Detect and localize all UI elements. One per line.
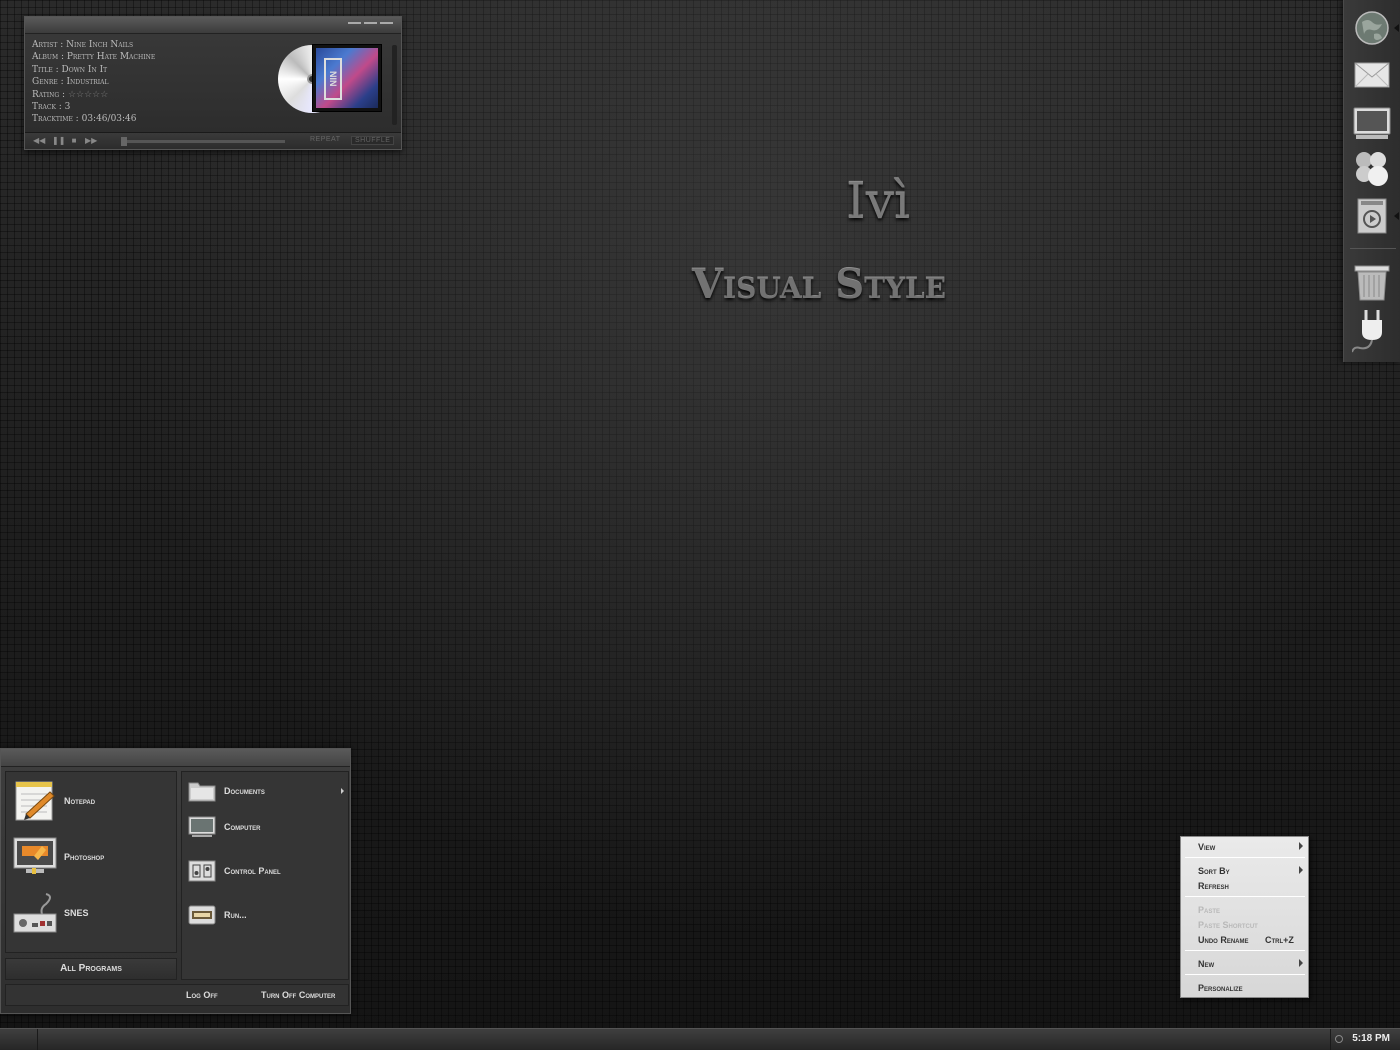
media-player-widget: Artist : Nine Inch Nails Album : Pretty … bbox=[24, 16, 402, 150]
program-snes[interactable]: SNES bbox=[12, 890, 89, 936]
place-run[interactable]: Run... bbox=[188, 904, 346, 926]
restore-icon[interactable] bbox=[364, 22, 377, 24]
place-label: Documents bbox=[224, 786, 265, 796]
genre-text: Genre : Industrial bbox=[32, 77, 109, 88]
volume-slider[interactable] bbox=[392, 45, 397, 125]
place-documents[interactable]: Documents bbox=[188, 780, 346, 802]
globe-icon[interactable] bbox=[1352, 8, 1392, 48]
menu-item-refresh[interactable]: Refresh bbox=[1198, 881, 1229, 891]
seek-bar[interactable] bbox=[121, 137, 285, 146]
taskbar: 5:18 PM bbox=[0, 1028, 1400, 1050]
menu-item-paste: Paste bbox=[1198, 905, 1221, 915]
repeat-button[interactable]: REPEAT bbox=[310, 136, 341, 143]
rating-row: Rating : ☆☆☆☆☆ bbox=[32, 89, 155, 101]
submenu-arrow-icon bbox=[1299, 959, 1303, 967]
menu-separator bbox=[1185, 896, 1305, 897]
photoshop-icon bbox=[12, 834, 58, 880]
menu-separator bbox=[1185, 974, 1305, 975]
place-control-panel[interactable]: Control Panel bbox=[188, 860, 346, 882]
player-window-buttons bbox=[348, 22, 393, 24]
dock-bar bbox=[1343, 0, 1400, 362]
menu-item-new[interactable]: New bbox=[1198, 959, 1214, 969]
cover-logo: NIN bbox=[324, 58, 342, 100]
desktop-context-menu: View Sort By Refresh Paste Paste Shortcu… bbox=[1180, 836, 1309, 998]
monitor-icon[interactable] bbox=[1352, 102, 1392, 142]
player-titlebar[interactable] bbox=[25, 17, 401, 34]
mail-icon[interactable] bbox=[1352, 55, 1392, 95]
pause-icon[interactable]: ❚❚ bbox=[52, 135, 65, 146]
brand-title: Ivì bbox=[846, 172, 910, 230]
place-computer[interactable]: Computer bbox=[188, 816, 346, 838]
artist-text: Artist : Nine Inch Nails bbox=[32, 40, 134, 50]
place-label: Run... bbox=[224, 910, 247, 920]
pinned-programs: Notepad Photoshop SNES bbox=[5, 771, 177, 953]
log-off-button[interactable]: Log Off bbox=[186, 990, 218, 1000]
tracktime-value: 03:46/03:46 bbox=[81, 114, 137, 125]
title-text: Title : Down In It bbox=[32, 64, 108, 75]
track-number-text: Track : 3 bbox=[32, 102, 71, 113]
submenu-arrow-icon bbox=[1299, 866, 1303, 874]
album-text: Album : Pretty Hate Machine bbox=[32, 52, 156, 63]
plug-icon[interactable] bbox=[1351, 308, 1392, 353]
submenu-arrow-icon bbox=[341, 788, 344, 794]
notepad-icon bbox=[12, 778, 58, 824]
tracktime-row: Tracktime : 03:46/03:46 bbox=[32, 113, 155, 125]
turn-off-button[interactable]: Turn Off Computer bbox=[261, 990, 335, 1000]
start-button[interactable] bbox=[0, 1029, 38, 1050]
tracktime-label: Tracktime : bbox=[32, 114, 79, 125]
start-menu-header bbox=[1, 749, 350, 767]
seek-knob[interactable] bbox=[121, 137, 127, 146]
program-label: SNES bbox=[64, 908, 89, 918]
system-tray: 5:18 PM bbox=[1330, 1029, 1400, 1050]
snes-icon bbox=[12, 890, 58, 936]
control-panel-icon bbox=[188, 860, 216, 882]
clock[interactable]: 5:18 PM bbox=[1352, 1033, 1390, 1044]
previous-icon[interactable]: ◀◀ bbox=[33, 135, 45, 146]
seek-fill bbox=[121, 140, 285, 143]
menu-item-view[interactable]: View bbox=[1198, 842, 1215, 852]
next-icon[interactable]: ▶▶ bbox=[85, 135, 97, 146]
folder-icon bbox=[188, 780, 216, 802]
menu-item-paste-shortcut: Paste Shortcut bbox=[1198, 920, 1258, 930]
tray-icon[interactable] bbox=[1335, 1035, 1343, 1043]
program-photoshop[interactable]: Photoshop bbox=[12, 834, 104, 880]
menu-item-sort-by[interactable]: Sort By bbox=[1198, 866, 1230, 876]
undo-shortcut-text: Ctrl+Z bbox=[1265, 935, 1294, 945]
place-label: Computer bbox=[224, 822, 261, 832]
menu-item-undo-rename[interactable]: Undo Rename bbox=[1198, 935, 1249, 945]
place-label: Control Panel bbox=[224, 866, 281, 876]
rating-label: Rating : bbox=[32, 89, 66, 100]
system-places: Documents Computer Control Panel Run... bbox=[181, 771, 349, 980]
program-label: Notepad bbox=[64, 796, 96, 806]
shuffle-button[interactable]: SHUFFLE bbox=[351, 136, 395, 145]
album-cover: NIN bbox=[312, 44, 382, 112]
start-menu-footer: Log Off Turn Off Computer bbox=[5, 984, 349, 1006]
program-label: Photoshop bbox=[64, 852, 105, 862]
menu-separator bbox=[1185, 857, 1305, 858]
media-icon[interactable] bbox=[1352, 197, 1392, 237]
all-programs-button[interactable]: All Programs bbox=[5, 958, 177, 980]
player-controls: ◀◀ ❚❚ ■ ▶▶ REPEAT SHUFFLE bbox=[25, 132, 401, 149]
computer-icon bbox=[188, 816, 216, 838]
trash-icon[interactable] bbox=[1352, 262, 1392, 302]
minimize-icon[interactable] bbox=[348, 22, 361, 24]
track-info: Artist : Nine Inch Nails Album : Pretty … bbox=[32, 39, 155, 126]
start-menu: Notepad Photoshop SNES Documents Compute… bbox=[0, 748, 351, 1014]
menu-item-personalize[interactable]: Personalize bbox=[1198, 983, 1243, 993]
menu-separator bbox=[1185, 950, 1305, 951]
run-icon bbox=[188, 904, 216, 926]
dock-separator bbox=[1350, 248, 1396, 249]
rating-stars[interactable]: ☆☆☆☆☆ bbox=[68, 90, 108, 100]
close-icon[interactable] bbox=[380, 22, 393, 24]
users-icon[interactable] bbox=[1352, 148, 1392, 188]
brand-subtitle: Visual Style bbox=[692, 261, 946, 308]
program-notepad[interactable]: Notepad bbox=[12, 778, 95, 824]
stop-icon[interactable]: ■ bbox=[68, 135, 80, 146]
submenu-arrow-icon bbox=[1299, 842, 1303, 850]
